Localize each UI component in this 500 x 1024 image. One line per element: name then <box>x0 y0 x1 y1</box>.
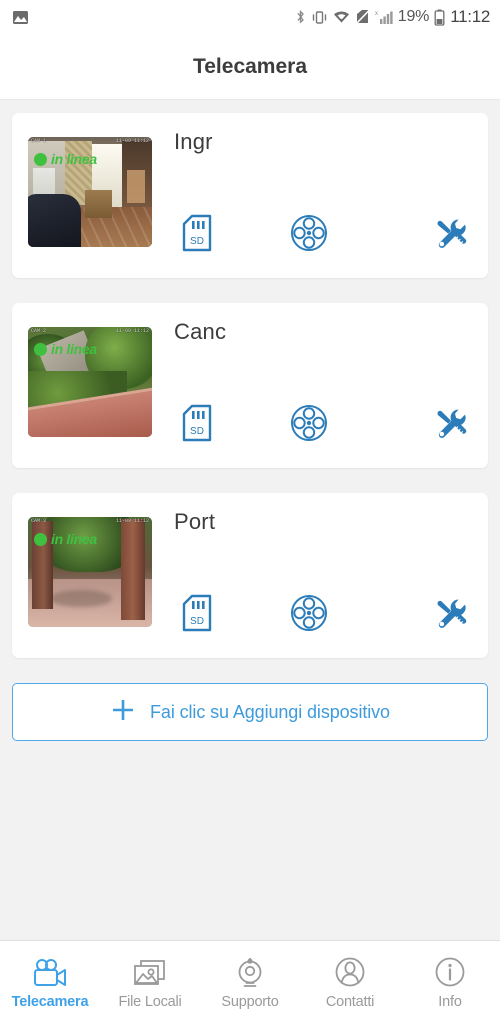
nav-item-file-locali[interactable]: File Locali <box>100 941 200 1024</box>
camera-osd: CAM 2 11-09 11:12 <box>28 327 152 336</box>
device-list: CAM 1 11-09 11:12 in linea Ingr SD CAM 2… <box>0 100 500 940</box>
camera-osd: CAM 3 11-09 11:12 <box>28 517 152 526</box>
osd-right-text: 11-09 11:12 <box>115 328 149 334</box>
device-info: Ingr SD <box>152 131 474 278</box>
device-name: Ingr <box>174 129 213 154</box>
bottom-navigation: Telecamera File Locali Supporto Contatti… <box>0 940 500 1024</box>
status-badge: in linea <box>34 341 97 357</box>
nav-item-contatti[interactable]: Contatti <box>300 941 400 1024</box>
nav-label-contatti: Contatti <box>325 993 375 1010</box>
nav-item-telecamera[interactable]: Telecamera <box>0 941 100 1024</box>
online-dot-icon <box>34 342 47 356</box>
vibrate-icon <box>311 10 328 25</box>
video-camera-icon <box>32 956 68 988</box>
status-badge-label: in linea <box>51 151 97 167</box>
device-info: Canc SD <box>152 321 474 468</box>
plus-icon <box>110 697 136 728</box>
no-sim-icon <box>355 9 370 25</box>
tools-icon[interactable] <box>430 592 472 634</box>
nav-item-supporto[interactable]: Supporto <box>200 941 300 1024</box>
page-title: Telecamera <box>192 54 308 78</box>
info-icon <box>434 956 466 988</box>
status-bar-left <box>12 10 29 25</box>
ptz-control-icon[interactable] <box>288 402 330 444</box>
osd-right-text: 11-09 11:12 <box>115 138 149 144</box>
tools-icon[interactable] <box>430 402 472 444</box>
sd-card-icon[interactable]: SD <box>176 212 218 254</box>
ptz-control-icon[interactable] <box>288 212 330 254</box>
status-badge: in linea <box>34 151 97 167</box>
device-actions: SD <box>174 212 474 254</box>
online-dot-icon <box>34 532 47 546</box>
online-dot-icon <box>34 152 47 166</box>
svg-text:SD: SD <box>190 616 204 627</box>
sd-card-icon[interactable]: SD <box>176 592 218 634</box>
app-header: Telecamera <box>0 34 500 100</box>
device-thumbnail[interactable]: CAM 2 11-09 11:12 in linea <box>28 327 152 437</box>
status-bar-right: x 19% 11:12 <box>295 7 490 27</box>
nav-item-info[interactable]: Info <box>400 941 500 1024</box>
device-info: Port SD <box>152 511 474 658</box>
device-card[interactable]: CAM 2 11-09 11:12 in linea Canc SD <box>12 303 488 468</box>
osd-left-text: CAM 2 <box>31 328 47 334</box>
sd-card-icon[interactable]: SD <box>176 402 218 444</box>
camera-osd: CAM 1 11-09 11:12 <box>28 137 152 146</box>
device-name: Port <box>174 509 216 534</box>
status-bar-clock: 11:12 <box>450 7 490 26</box>
svg-text:SD: SD <box>190 426 204 437</box>
osd-left-text: CAM 1 <box>31 138 47 144</box>
device-actions: SD <box>174 592 474 634</box>
webcam-icon <box>234 956 266 988</box>
wifi-icon <box>333 10 350 24</box>
signal-icon: x <box>375 9 393 25</box>
device-thumbnail[interactable]: CAM 3 11-09 11:12 in linea <box>28 517 152 627</box>
ptz-control-icon[interactable] <box>288 592 330 634</box>
nav-label-telecamera: Telecamera <box>11 993 89 1010</box>
bluetooth-icon <box>295 9 306 25</box>
device-thumbnail[interactable]: CAM 1 11-09 11:12 in linea <box>28 137 152 247</box>
tools-icon[interactable] <box>430 212 472 254</box>
device-actions: SD <box>174 402 474 444</box>
device-card[interactable]: CAM 3 11-09 11:12 in linea Port SD <box>12 493 488 658</box>
image-icon <box>12 10 29 25</box>
nav-label-info: Info <box>438 993 462 1010</box>
add-device-button[interactable]: Fai clic su Aggiungi dispositivo <box>12 683 488 741</box>
device-name: Canc <box>174 319 227 344</box>
add-device-label: Fai clic su Aggiungi dispositivo <box>150 701 390 722</box>
nav-label-file-locali: File Locali <box>118 993 182 1010</box>
status-badge-label: in linea <box>51 341 97 357</box>
battery-icon <box>434 9 445 26</box>
status-badge: in linea <box>34 531 97 547</box>
battery-percent: 19% <box>397 8 430 25</box>
osd-right-text: 11-09 11:12 <box>115 518 149 524</box>
device-card[interactable]: CAM 1 11-09 11:12 in linea Ingr SD <box>12 113 488 278</box>
svg-text:x: x <box>375 11 378 17</box>
osd-left-text: CAM 3 <box>31 518 47 524</box>
nav-label-supporto: Supporto <box>221 993 279 1010</box>
status-bar: x 19% 11:12 <box>0 0 500 34</box>
photos-icon <box>132 956 168 988</box>
person-icon <box>334 956 366 988</box>
status-badge-label: in linea <box>51 531 97 547</box>
svg-text:SD: SD <box>190 236 204 247</box>
